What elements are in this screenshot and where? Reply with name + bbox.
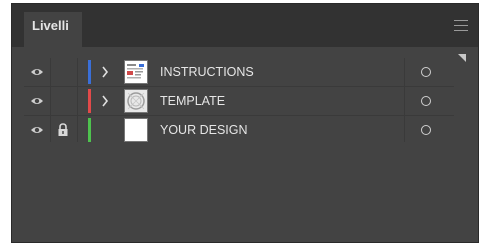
visibility-toggle[interactable] (24, 58, 51, 86)
layer-row-instructions[interactable]: INSTRUCTIONS (24, 58, 454, 87)
layer-name[interactable]: YOUR DESIGN (160, 116, 248, 144)
layers-empty-area (24, 142, 478, 242)
template-thumbnail (124, 89, 148, 113)
chevron-right-icon[interactable] (101, 66, 109, 78)
layer-color-bar (88, 118, 91, 142)
layer-name[interactable]: TEMPLATE (160, 87, 225, 115)
layer-color-bar (88, 60, 91, 84)
layers-panel: Livelli INSTRUCTIONS TEMPLATE YOUR DESIG… (12, 4, 478, 242)
lock-toggle[interactable] (51, 58, 78, 86)
target-cell[interactable] (404, 116, 455, 144)
chevron-right-icon[interactable] (101, 95, 109, 107)
tab-layers-label: Livelli (32, 18, 69, 33)
visibility-toggle[interactable] (24, 87, 51, 115)
layer-color-bar (88, 89, 91, 113)
panel-flyout-corner-icon[interactable] (458, 54, 466, 62)
target-circle-icon[interactable] (421, 125, 431, 135)
lock-toggle[interactable] (51, 87, 78, 115)
layer-row-template[interactable]: TEMPLATE (24, 87, 454, 116)
visibility-toggle[interactable] (24, 116, 51, 144)
panel-tab-bar: Livelli (12, 4, 478, 47)
lock-icon (58, 123, 68, 136)
hamburger-menu-icon[interactable] (454, 20, 468, 32)
layer-row-your-design[interactable]: YOUR DESIGN (24, 116, 454, 145)
eye-icon (31, 98, 43, 104)
instructions-thumbnail (124, 60, 148, 84)
eye-icon (31, 127, 43, 133)
target-circle-icon[interactable] (421, 67, 431, 77)
layer-name[interactable]: INSTRUCTIONS (160, 58, 254, 86)
lock-toggle[interactable] (51, 116, 78, 144)
target-cell[interactable] (404, 87, 455, 115)
target-circle-icon[interactable] (421, 96, 431, 106)
tab-layers[interactable]: Livelli (24, 12, 82, 47)
target-cell[interactable] (404, 58, 455, 86)
eye-icon (31, 69, 43, 75)
blank-thumbnail (124, 118, 148, 142)
